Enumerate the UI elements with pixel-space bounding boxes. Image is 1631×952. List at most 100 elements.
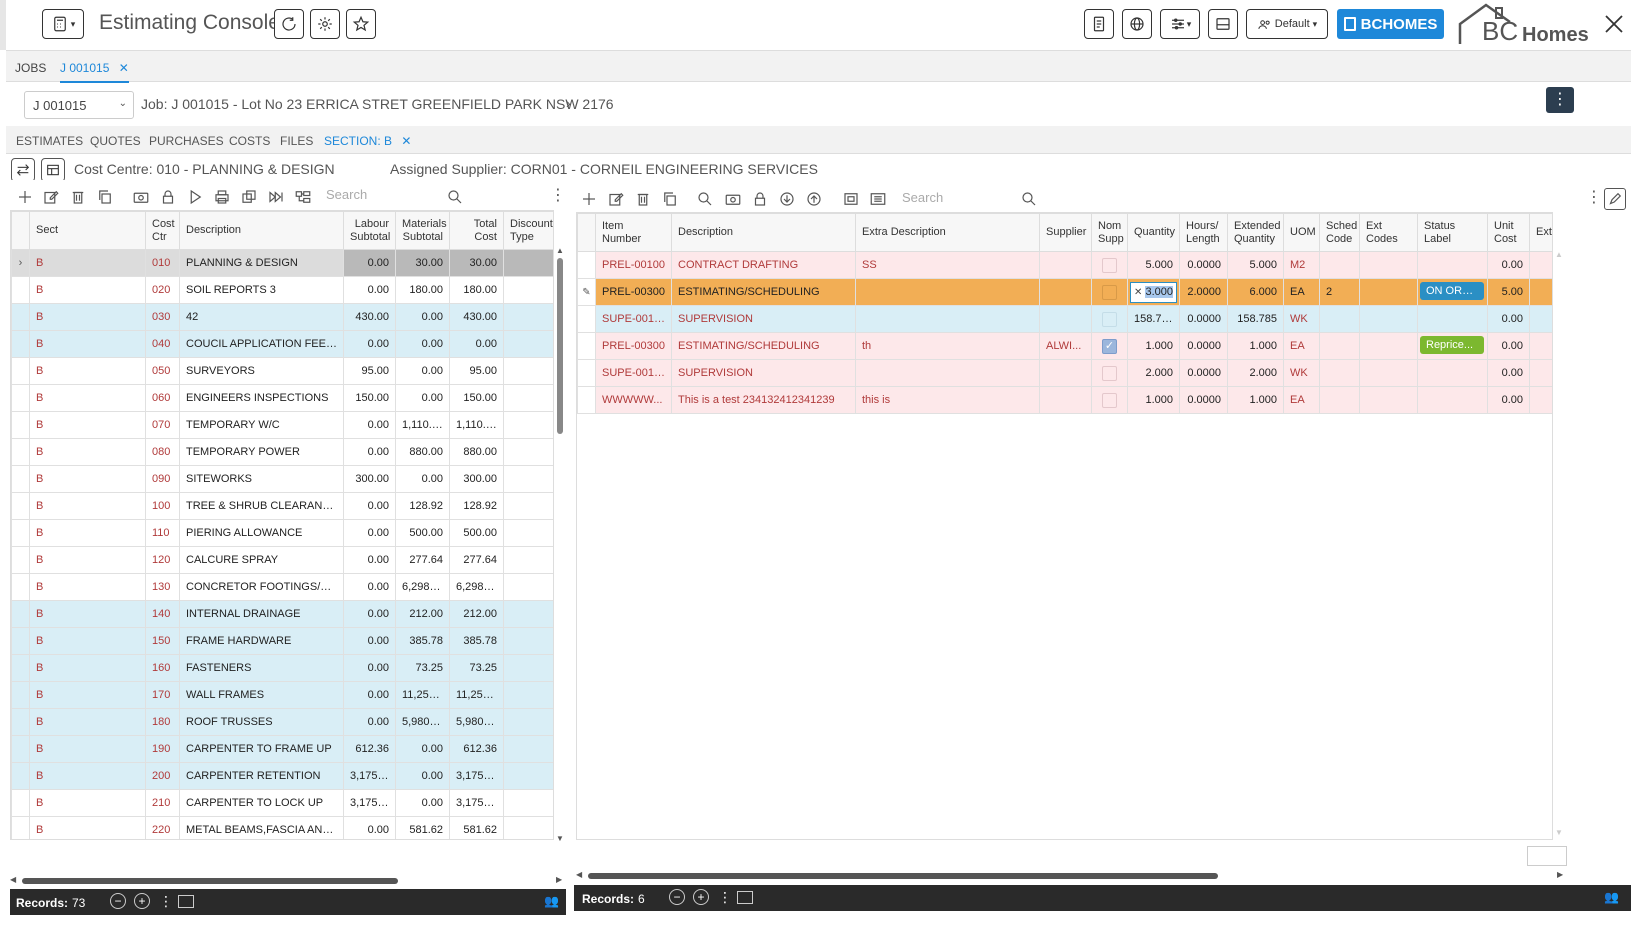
search-icon[interactable] — [1018, 188, 1040, 210]
row-expander[interactable] — [11, 762, 30, 790]
col-extra-description[interactable]: Extra Description — [855, 213, 1040, 252]
quantity-editor[interactable]: ✕ 3.000 — [1130, 281, 1177, 303]
tab-quotes[interactable]: QUOTES — [90, 134, 141, 148]
zoom-icon[interactable] — [694, 188, 716, 210]
job-select[interactable]: J 001015 ⌄ — [24, 91, 134, 119]
users-icon[interactable]: 👥 — [1604, 890, 1619, 904]
col-item-number[interactable]: Item Number — [595, 213, 672, 252]
col-description[interactable]: Description — [671, 213, 856, 252]
nom-supp-checkbox[interactable] — [1102, 284, 1117, 300]
scroll-right-icon[interactable]: ▶ — [1557, 870, 1563, 879]
row-expander[interactable] — [11, 654, 30, 682]
col-supplier[interactable]: Supplier — [1039, 213, 1092, 252]
scroll-thumb[interactable] — [22, 878, 398, 884]
close-tab-icon[interactable]: ✕ — [401, 134, 411, 148]
more-options-button[interactable]: ⋮ — [1546, 87, 1574, 113]
table-row[interactable]: B 070 TEMPORARY W/C 0.00 1,110.00 1,110.00 — [11, 411, 553, 439]
col-extended[interactable]: Exte — [1529, 213, 1552, 252]
lock-icon[interactable] — [157, 186, 179, 208]
close-button[interactable] — [1602, 12, 1626, 36]
table-row[interactable]: SUPE-00100 SUPERVISION 158.785 0.0000 158.78… — [577, 305, 1552, 333]
layout-toggle-button[interactable] — [41, 158, 65, 182]
row-expander[interactable] — [11, 573, 30, 601]
right-more-icon[interactable]: ⋮ — [1586, 187, 1602, 207]
col-nom-supp[interactable]: Nom Supp — [1091, 213, 1128, 252]
table-row[interactable]: › B 010 PLANNING & DESIGN 0.00 30.00 30.00 — [11, 249, 553, 277]
row-expander[interactable] — [11, 465, 30, 493]
row-expander[interactable] — [11, 816, 30, 839]
table-row[interactable]: PREL-00100 CONTRACT DRAFTING SS 5.000 0.0000… — [577, 251, 1552, 279]
filters-button[interactable]: ▾ — [1160, 9, 1200, 39]
clear-icon[interactable]: ✕ — [1134, 287, 1142, 298]
scroll-right-icon[interactable]: ▶ — [556, 875, 562, 884]
row-expander[interactable] — [11, 681, 30, 709]
table-row[interactable]: B 210 CARPENTER TO LOCK UP 3,175.... 0.00 3,1… — [11, 789, 553, 817]
table-row[interactable]: B 150 FRAME HARDWARE 0.00 385.78 385.78 — [11, 627, 553, 655]
nom-supp-checkbox[interactable] — [1102, 365, 1117, 381]
status-badge[interactable]: ON ORD... — [1420, 281, 1484, 300]
table-row[interactable]: ✎ PREL-00300 ESTIMATING/SCHEDULING ✕ 3.000 2.… — [577, 278, 1552, 306]
tab-active-job[interactable]: J 001015 ✕ — [60, 61, 129, 83]
camera-icon[interactable] — [722, 188, 744, 210]
tab-files[interactable]: FILES — [280, 134, 313, 148]
table-row[interactable]: B 140 INTERNAL DRAINAGE 0.00 212.00 212.00 — [11, 600, 553, 628]
report-button[interactable] — [1084, 9, 1114, 39]
tab-costs[interactable]: COSTS — [229, 134, 270, 148]
col-materials-subtotal[interactable]: Materials Subtotal — [395, 211, 450, 250]
edit-icon[interactable] — [605, 188, 627, 210]
edit-panel-icon[interactable] — [1604, 188, 1626, 210]
col-discount-type[interactable]: Discount Type — [503, 211, 553, 250]
print-icon[interactable] — [211, 186, 233, 208]
table-row[interactable]: PREL-00300 ESTIMATING/SCHEDULING th ALWI...… — [577, 332, 1552, 360]
zoom-out-icon[interactable]: − — [110, 893, 126, 909]
nom-supp-checkbox[interactable] — [1102, 311, 1117, 327]
scroll-left-icon[interactable]: ◀ — [10, 875, 16, 884]
col-sched-code[interactable]: Sched Code — [1319, 213, 1360, 252]
status-badge[interactable]: Reprice... — [1420, 335, 1484, 354]
right-vertical-scrollbar[interactable]: ▲ ▼ — [1553, 250, 1565, 840]
table-row[interactable]: B 020 SOIL REPORTS 3 0.00 180.00 180.00 — [11, 276, 553, 304]
table-row[interactable]: B 200 CARPENTER RETENTION 3,175.... 0.00 3,17… — [11, 762, 553, 790]
app-menu-button[interactable]: ▾ — [42, 9, 84, 39]
users-icon[interactable]: 👥 — [544, 894, 559, 908]
row-expander[interactable]: › — [11, 249, 30, 277]
chevron-right-icon[interactable]: › — [566, 95, 571, 111]
zoom-out-icon[interactable]: − — [669, 889, 685, 905]
row-expander[interactable] — [11, 519, 30, 547]
nom-supp-checkbox[interactable] — [1102, 257, 1117, 273]
language-button[interactable] — [1122, 9, 1152, 39]
tab-section-b[interactable]: SECTION: B ✕ — [324, 134, 412, 156]
col-unit-cost[interactable]: Unit Cost — [1487, 213, 1530, 252]
refresh-button[interactable] — [274, 9, 304, 39]
table-row[interactable]: B 130 CONCRETOR FOOTINGS/SLAB 0.00 6,298.72 6… — [11, 573, 553, 601]
table-row[interactable]: B 060 ENGINEERS INSPECTIONS 150.00 0.00 150.0… — [11, 384, 553, 412]
skip-forward-icon[interactable] — [265, 186, 287, 208]
search-icon[interactable] — [444, 186, 466, 208]
row-expander[interactable] — [11, 303, 30, 331]
col-uom[interactable]: UOM — [1283, 213, 1320, 252]
add-icon[interactable] — [14, 186, 36, 208]
cell-quantity[interactable]: ✕ 3.000 — [1127, 278, 1180, 306]
tab-jobs[interactable]: JOBS — [15, 61, 46, 75]
upload-icon[interactable] — [803, 188, 825, 210]
table-row[interactable]: B 180 ROOF TRUSSES 0.00 5,980.00 5,980.00 — [11, 708, 553, 736]
table-row[interactable]: B 160 FASTENERS 0.00 73.25 73.25 — [11, 654, 553, 682]
table-row[interactable]: B 080 TEMPORARY POWER 0.00 880.00 880.00 — [11, 438, 553, 466]
scroll-thumb[interactable] — [557, 258, 563, 434]
col-ext-codes[interactable]: Ext Codes — [1359, 213, 1418, 252]
play-icon[interactable] — [184, 186, 206, 208]
col-cost-ctr[interactable]: Cost Ctr — [145, 211, 180, 250]
row-expander[interactable] — [11, 735, 30, 763]
col-hours-length[interactable]: Hours/ Length — [1179, 213, 1228, 252]
row-expander[interactable] — [11, 438, 30, 466]
chevron-right-icon[interactable]: › — [19, 257, 23, 269]
close-tab-icon[interactable]: ✕ — [119, 61, 129, 75]
image-icon[interactable] — [840, 188, 862, 210]
col-quantity[interactable]: Quantity — [1127, 213, 1180, 252]
left-more-icon[interactable]: ⋮ — [550, 185, 566, 205]
scroll-down-icon[interactable]: ▼ — [1555, 828, 1563, 837]
table-row[interactable]: B 050 SURVEYORS 95.00 0.00 95.00 — [11, 357, 553, 385]
footer-panel-icon[interactable] — [178, 895, 194, 908]
table-row[interactable]: B 170 WALL FRAMES 0.00 11,250.... 11,250.... — [11, 681, 553, 709]
duplicate-icon[interactable] — [238, 186, 260, 208]
